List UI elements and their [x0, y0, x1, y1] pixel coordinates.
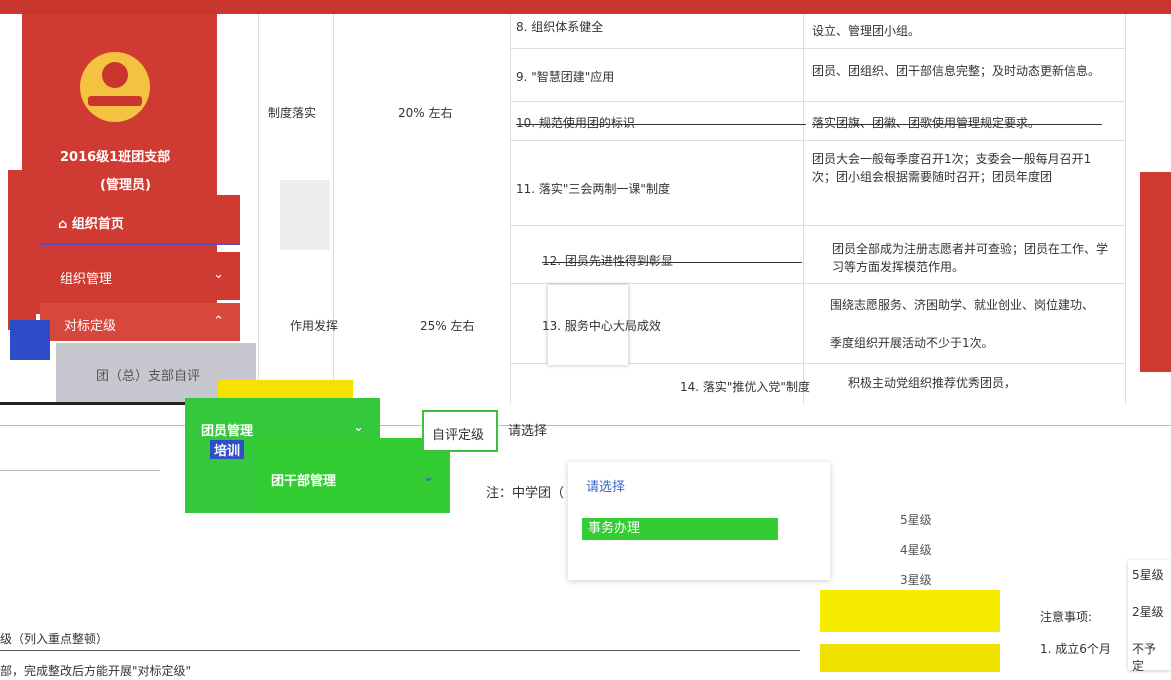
table-col-divider — [333, 14, 334, 404]
weight-label: 25% 左右 — [420, 319, 475, 333]
category-label: 制度落实 — [268, 106, 317, 120]
chevron-down-icon: ⌄ — [423, 470, 434, 485]
member-manage-label: 团员管理 — [201, 424, 254, 439]
nav-org-label: 组织管理 — [60, 272, 113, 287]
bottom-text: 部，完成整改后方能开展"对标定级" — [0, 664, 192, 678]
nav-standard[interactable]: 对标定级 ⌃ — [40, 303, 240, 341]
tab-self-grade-label: 自评定级 — [432, 428, 485, 443]
highlight-bar — [820, 644, 1000, 672]
table-cell-desc-extra: 季度组织开展活动不少于1次。 — [830, 336, 994, 350]
nav-active-underline — [40, 243, 240, 245]
chevron-down-icon: ⌄ — [213, 267, 224, 282]
table-cell-desc: 设立、管理团小组。 — [812, 24, 921, 38]
league-emblem-logo — [80, 52, 150, 122]
nav-home-label: ⌂ 组织首页 — [58, 217, 124, 232]
nav-standard-label: 对标定级 — [64, 319, 117, 334]
nav-org-manage[interactable]: 组织管理 ⌄ — [40, 252, 240, 300]
left-artifact-strip — [8, 170, 36, 330]
dropdown-title: 请选择 — [586, 480, 626, 495]
table-cell-item: 9. "智慧团建"应用 — [516, 70, 615, 84]
option[interactable]: 2星级 — [1128, 589, 1171, 626]
table-border-right — [1125, 14, 1126, 404]
nav-self-eval-label: 团（总）支部自评 — [96, 369, 201, 384]
user-role: (管理员) — [100, 178, 151, 193]
notice-item: 1. 成立6个月 — [1040, 642, 1111, 656]
artifact-line — [0, 650, 800, 651]
option-5-star[interactable]: 5星级 — [900, 505, 932, 535]
select-placeholder[interactable]: 请选择 — [508, 420, 547, 439]
table-cell-desc: 围绕志愿服务、济困助学、就业创业、岗位建功、 — [830, 298, 1095, 312]
table-cell-desc: 团员大会一般每季度召开1次；支委会一般每月召开1次；团小组会根据需要随时召开；团… — [812, 152, 1092, 184]
table-row-divider — [510, 48, 1125, 49]
nav-home[interactable]: ⌂ 组织首页 — [40, 195, 240, 245]
top-bar — [0, 0, 1171, 14]
star-icon — [102, 62, 128, 88]
notice-title: 注意事项: — [1040, 610, 1093, 624]
table-row-divider — [510, 140, 1125, 141]
weight-label: 20% 左右 — [398, 106, 453, 120]
table-cell-item: 11. 落实"三会两制一课"制度 — [516, 182, 670, 196]
artifact-gray — [280, 180, 330, 250]
category-label: 作用发挥 — [290, 319, 339, 333]
highlight-bar — [820, 590, 1000, 632]
training-label[interactable]: 培训 — [210, 440, 245, 459]
grade-dropdown[interactable]: 请选择 事务办理 — [568, 462, 830, 580]
table-border-left — [258, 14, 259, 404]
right-option-list[interactable]: 5星级 2星级 不予定 — [1128, 560, 1171, 673]
strikeline — [812, 124, 1102, 125]
strikeline — [542, 262, 802, 263]
home-label: 组织首页 — [71, 217, 124, 232]
table-cell-desc: 积极主动党组织推荐优秀团员， — [848, 376, 1017, 390]
cadre-manage-label: 团干部管理 — [271, 474, 337, 489]
org-name: 2016级1班团支部 — [60, 150, 171, 165]
table-col-divider — [510, 14, 511, 404]
option[interactable]: 不予定 — [1128, 626, 1171, 680]
nav-cadre-manage[interactable]: 团干部管理 ⌄ — [253, 438, 450, 513]
strikeline — [516, 124, 806, 125]
artifact-line — [0, 425, 1171, 426]
table-cell-item: 10. 规范使用团的标识 — [516, 116, 635, 130]
left-blue-block — [10, 320, 50, 360]
artifact-line — [0, 470, 160, 471]
dropdown-item[interactable]: 事务办理 — [582, 518, 778, 540]
table-row-divider — [510, 225, 1125, 226]
table-cell-item: 12. 团员先进性得到彰显 — [542, 254, 673, 268]
table-row-divider — [510, 101, 1125, 102]
option-4-star[interactable]: 4星级 — [900, 535, 932, 565]
table-cell-item: 14. 落实"推优入党"制度 — [680, 380, 810, 394]
table-cell-item: 13. 服务中心大局成效 — [542, 319, 661, 333]
option[interactable]: 5星级 — [1128, 560, 1171, 589]
table-row-divider — [510, 283, 1125, 284]
star-options[interactable]: 5星级 4星级 3星级 — [900, 505, 932, 595]
chevron-up-icon: ⌃ — [213, 314, 224, 329]
chevron-down-icon: ⌄ — [353, 420, 364, 435]
table-cell-desc: 团员全部成为注册志愿者并可查验；团员在工作、学习等方面发挥模范作用。 — [832, 242, 1109, 274]
bottom-text: 级（列入重点整顿） — [0, 632, 109, 646]
table-cell-item: 8. 组织体系健全 — [516, 20, 604, 34]
table-cell-desc: 团员、团组织、团干部信息完整；及时动态更新信息。 — [812, 64, 1101, 78]
table-col-divider — [803, 14, 804, 404]
tab-self-grade[interactable]: 自评定级 — [422, 410, 498, 452]
ribbon-icon — [88, 96, 142, 106]
note-text: 注：中学团（ — [486, 486, 565, 501]
right-artifact-strip — [1140, 172, 1171, 372]
table-cell-desc: 落实团旗、团徽、团歌使用管理规定要求。 — [812, 116, 1041, 130]
